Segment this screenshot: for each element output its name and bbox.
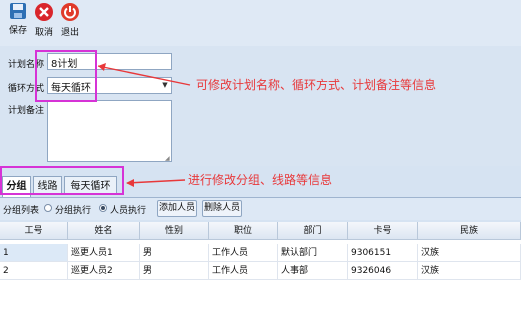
arrow-line-top xyxy=(97,65,191,86)
annotation-arrows xyxy=(97,63,191,187)
arrow-head-bottom xyxy=(126,179,134,187)
annotation-bottom: 进行修改分组、线路等信息 xyxy=(188,173,333,187)
arrow-head-top xyxy=(98,63,106,71)
arrow-line-bottom xyxy=(126,179,186,184)
annotation-top: 可修改计划名称、循环方式、计划备注等信息 xyxy=(196,78,437,92)
